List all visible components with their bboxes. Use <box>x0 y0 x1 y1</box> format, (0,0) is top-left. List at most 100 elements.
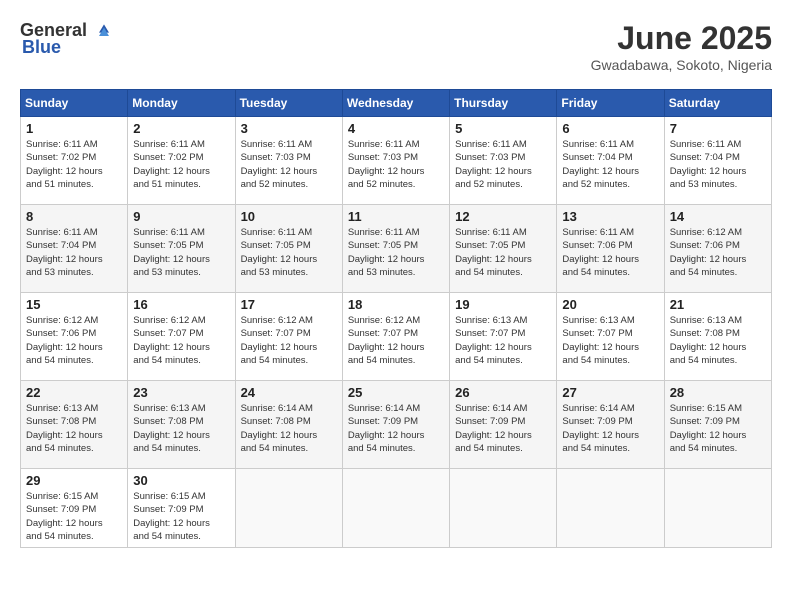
day-info: Sunrise: 6:12 AM Sunset: 7:07 PM Dayligh… <box>348 314 444 367</box>
day-number: 22 <box>26 385 122 400</box>
calendar-cell <box>235 469 342 548</box>
day-number: 21 <box>670 297 766 312</box>
calendar-cell <box>664 469 771 548</box>
day-info: Sunrise: 6:15 AM Sunset: 7:09 PM Dayligh… <box>133 490 229 543</box>
calendar-cell: 11 Sunrise: 6:11 AM Sunset: 7:05 PM Dayli… <box>342 205 449 293</box>
header: General Blue June 2025 Gwadabawa, Sokoto… <box>20 20 772 73</box>
calendar-cell: 29 Sunrise: 6:15 AM Sunset: 7:09 PM Dayli… <box>21 469 128 548</box>
weekday-header: Friday <box>557 90 664 117</box>
calendar-cell: 19 Sunrise: 6:13 AM Sunset: 7:07 PM Dayli… <box>450 293 557 381</box>
calendar-cell: 30 Sunrise: 6:15 AM Sunset: 7:09 PM Dayli… <box>128 469 235 548</box>
weekday-header: Sunday <box>21 90 128 117</box>
calendar-cell: 5Sunrise: 6:11 AM Sunset: 7:03 PM Daylig… <box>450 117 557 205</box>
day-number: 14 <box>670 209 766 224</box>
day-number: 6 <box>562 121 658 136</box>
calendar-cell <box>342 469 449 548</box>
day-info: Sunrise: 6:11 AM Sunset: 7:02 PM Dayligh… <box>133 138 229 191</box>
day-number: 3 <box>241 121 337 136</box>
day-info: Sunrise: 6:12 AM Sunset: 7:06 PM Dayligh… <box>670 226 766 279</box>
calendar-cell: 18Sunrise: 6:12 AM Sunset: 7:07 PM Dayli… <box>342 293 449 381</box>
weekday-header: Monday <box>128 90 235 117</box>
day-number: 23 <box>133 385 229 400</box>
calendar-cell: 4 Sunrise: 6:11 AM Sunset: 7:03 PM Daylig… <box>342 117 449 205</box>
day-number: 1 <box>26 121 122 136</box>
calendar-cell: 24 Sunrise: 6:14 AM Sunset: 7:08 PM Dayli… <box>235 381 342 469</box>
calendar-cell: 9 Sunrise: 6:11 AM Sunset: 7:05 PM Daylig… <box>128 205 235 293</box>
day-info: Sunrise: 6:14 AM Sunset: 7:09 PM Dayligh… <box>562 402 658 455</box>
logo-blue: Blue <box>22 37 61 58</box>
logo-icon <box>89 21 109 41</box>
day-number: 2 <box>133 121 229 136</box>
calendar-cell: 3 Sunrise: 6:11 AM Sunset: 7:03 PM Daylig… <box>235 117 342 205</box>
day-info: Sunrise: 6:11 AM Sunset: 7:03 PM Dayligh… <box>348 138 444 191</box>
month-title: June 2025 <box>591 20 772 57</box>
day-number: 4 <box>348 121 444 136</box>
day-number: 25 <box>348 385 444 400</box>
day-info: Sunrise: 6:11 AM Sunset: 7:05 PM Dayligh… <box>455 226 551 279</box>
day-number: 15 <box>26 297 122 312</box>
day-info: Sunrise: 6:11 AM Sunset: 7:05 PM Dayligh… <box>133 226 229 279</box>
day-number: 9 <box>133 209 229 224</box>
day-number: 29 <box>26 473 122 488</box>
calendar: SundayMondayTuesdayWednesdayThursdayFrid… <box>20 89 772 548</box>
calendar-cell: 17 Sunrise: 6:12 AM Sunset: 7:07 PM Dayli… <box>235 293 342 381</box>
day-info: Sunrise: 6:15 AM Sunset: 7:09 PM Dayligh… <box>26 490 122 543</box>
calendar-cell: 10 Sunrise: 6:11 AM Sunset: 7:05 PM Dayli… <box>235 205 342 293</box>
day-number: 24 <box>241 385 337 400</box>
calendar-cell: 15Sunrise: 6:12 AM Sunset: 7:06 PM Dayli… <box>21 293 128 381</box>
calendar-cell: 2 Sunrise: 6:11 AM Sunset: 7:02 PM Daylig… <box>128 117 235 205</box>
day-info: Sunrise: 6:13 AM Sunset: 7:08 PM Dayligh… <box>26 402 122 455</box>
calendar-cell: 13 Sunrise: 6:11 AM Sunset: 7:06 PM Dayli… <box>557 205 664 293</box>
day-number: 13 <box>562 209 658 224</box>
day-number: 12 <box>455 209 551 224</box>
day-number: 16 <box>133 297 229 312</box>
day-info: Sunrise: 6:11 AM Sunset: 7:04 PM Dayligh… <box>26 226 122 279</box>
day-info: Sunrise: 6:13 AM Sunset: 7:08 PM Dayligh… <box>670 314 766 367</box>
day-number: 28 <box>670 385 766 400</box>
day-number: 30 <box>133 473 229 488</box>
weekday-header: Wednesday <box>342 90 449 117</box>
weekday-header: Tuesday <box>235 90 342 117</box>
day-info: Sunrise: 6:14 AM Sunset: 7:09 PM Dayligh… <box>455 402 551 455</box>
day-number: 10 <box>241 209 337 224</box>
day-info: Sunrise: 6:11 AM Sunset: 7:03 PM Dayligh… <box>241 138 337 191</box>
day-number: 19 <box>455 297 551 312</box>
day-info: Sunrise: 6:11 AM Sunset: 7:05 PM Dayligh… <box>241 226 337 279</box>
weekday-header: Saturday <box>664 90 771 117</box>
day-info: Sunrise: 6:12 AM Sunset: 7:07 PM Dayligh… <box>133 314 229 367</box>
calendar-cell: 6Sunrise: 6:11 AM Sunset: 7:04 PM Daylig… <box>557 117 664 205</box>
calendar-cell: 16 Sunrise: 6:12 AM Sunset: 7:07 PM Dayli… <box>128 293 235 381</box>
calendar-cell: 26 Sunrise: 6:14 AM Sunset: 7:09 PM Dayli… <box>450 381 557 469</box>
calendar-cell: 28 Sunrise: 6:15 AM Sunset: 7:09 PM Dayli… <box>664 381 771 469</box>
day-number: 27 <box>562 385 658 400</box>
calendar-cell: 12 Sunrise: 6:11 AM Sunset: 7:05 PM Dayli… <box>450 205 557 293</box>
calendar-cell: 27 Sunrise: 6:14 AM Sunset: 7:09 PM Dayli… <box>557 381 664 469</box>
calendar-cell: 14 Sunrise: 6:12 AM Sunset: 7:06 PM Dayli… <box>664 205 771 293</box>
day-number: 11 <box>348 209 444 224</box>
calendar-cell: 22 Sunrise: 6:13 AM Sunset: 7:08 PM Dayli… <box>21 381 128 469</box>
day-info: Sunrise: 6:13 AM Sunset: 7:07 PM Dayligh… <box>562 314 658 367</box>
day-number: 26 <box>455 385 551 400</box>
day-info: Sunrise: 6:13 AM Sunset: 7:07 PM Dayligh… <box>455 314 551 367</box>
day-info: Sunrise: 6:11 AM Sunset: 7:02 PM Dayligh… <box>26 138 122 191</box>
calendar-cell: 23Sunrise: 6:13 AM Sunset: 7:08 PM Dayli… <box>128 381 235 469</box>
day-info: Sunrise: 6:11 AM Sunset: 7:06 PM Dayligh… <box>562 226 658 279</box>
calendar-cell: 8Sunrise: 6:11 AM Sunset: 7:04 PM Daylig… <box>21 205 128 293</box>
day-info: Sunrise: 6:11 AM Sunset: 7:04 PM Dayligh… <box>670 138 766 191</box>
weekday-header: Thursday <box>450 90 557 117</box>
calendar-cell: 20 Sunrise: 6:13 AM Sunset: 7:07 PM Dayli… <box>557 293 664 381</box>
day-info: Sunrise: 6:11 AM Sunset: 7:03 PM Dayligh… <box>455 138 551 191</box>
day-info: Sunrise: 6:12 AM Sunset: 7:07 PM Dayligh… <box>241 314 337 367</box>
calendar-cell: 1 Sunrise: 6:11 AM Sunset: 7:02 PM Daylig… <box>21 117 128 205</box>
day-info: Sunrise: 6:14 AM Sunset: 7:08 PM Dayligh… <box>241 402 337 455</box>
day-number: 20 <box>562 297 658 312</box>
calendar-cell <box>450 469 557 548</box>
day-info: Sunrise: 6:11 AM Sunset: 7:05 PM Dayligh… <box>348 226 444 279</box>
day-number: 17 <box>241 297 337 312</box>
day-info: Sunrise: 6:14 AM Sunset: 7:09 PM Dayligh… <box>348 402 444 455</box>
title-block: June 2025 Gwadabawa, Sokoto, Nigeria <box>591 20 772 73</box>
calendar-cell: 21 Sunrise: 6:13 AM Sunset: 7:08 PM Dayli… <box>664 293 771 381</box>
location: Gwadabawa, Sokoto, Nigeria <box>591 57 772 73</box>
day-info: Sunrise: 6:15 AM Sunset: 7:09 PM Dayligh… <box>670 402 766 455</box>
calendar-cell: 25 Sunrise: 6:14 AM Sunset: 7:09 PM Dayli… <box>342 381 449 469</box>
